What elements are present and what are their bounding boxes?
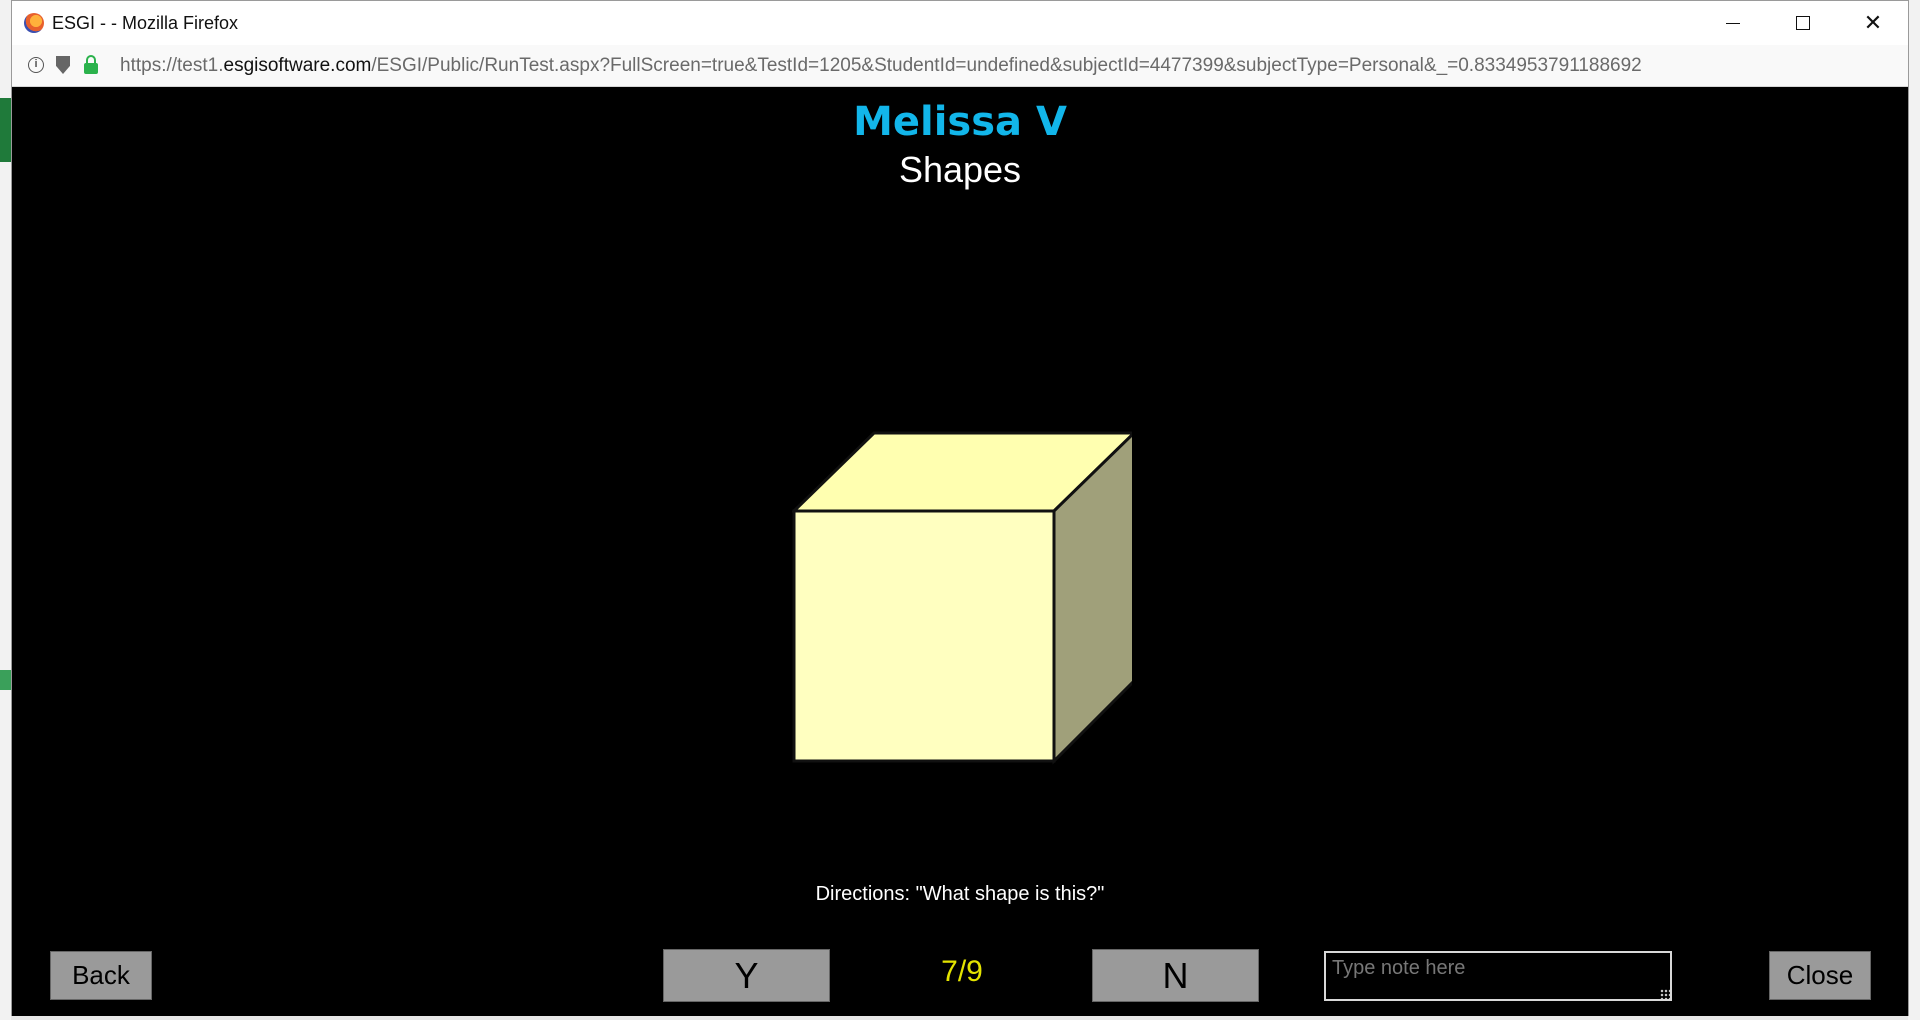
close-icon: ✕ (1863, 10, 1883, 35)
title-bar[interactable]: ESGI - - Mozilla Firefox ✕ (12, 1, 1908, 45)
minimize-icon (1726, 22, 1740, 24)
minimize-button[interactable] (1698, 1, 1768, 45)
no-button[interactable]: N (1092, 949, 1259, 1002)
shield-icon[interactable] (56, 56, 70, 74)
desktop-background-right (1908, 0, 1920, 1020)
browser-window: ESGI - - Mozilla Firefox ✕ i https://tes… (11, 0, 1909, 1016)
url-prefix: https://test1. (120, 55, 224, 76)
desktop-strip (0, 670, 11, 690)
close-window-button[interactable]: ✕ (1838, 1, 1908, 45)
window-title: ESGI - - Mozilla Firefox (52, 13, 239, 33)
subject-title: Shapes (898, 149, 1022, 190)
maximize-button[interactable] (1768, 1, 1838, 45)
directions-text: Directions: "What shape is this?" (815, 883, 1105, 905)
close-test-button[interactable]: Close (1769, 951, 1871, 1000)
url-host: esgisoftware.com (223, 55, 372, 76)
maximize-icon (1796, 16, 1810, 30)
firefox-icon (24, 13, 44, 33)
test-runner: Melissa V Shapes Directions: "What shape… (12, 87, 1908, 1016)
note-input[interactable] (1324, 951, 1672, 1001)
back-button[interactable]: Back (50, 951, 152, 1000)
cube-front-face (792, 509, 1056, 763)
question-counter: 7/9 (941, 955, 983, 988)
resize-grip-icon[interactable] (1660, 989, 1670, 999)
desktop-strip (0, 98, 11, 162)
url-path: /ESGI/Public/RunTest.aspx?FullScreen=tru… (371, 55, 1642, 76)
cube-shape-image (792, 431, 1132, 765)
url-text[interactable]: https://test1.esgisoftware.com/ESGI/Publ… (120, 55, 1642, 77)
student-name: Melissa V (853, 99, 1067, 145)
info-icon[interactable]: i (28, 57, 44, 73)
lock-icon[interactable] (84, 55, 98, 74)
url-bar[interactable]: i https://test1.esgisoftware.com/ESGI/Pu… (12, 45, 1908, 87)
desktop-background-left (0, 0, 11, 1020)
yes-button[interactable]: Y (663, 949, 830, 1002)
